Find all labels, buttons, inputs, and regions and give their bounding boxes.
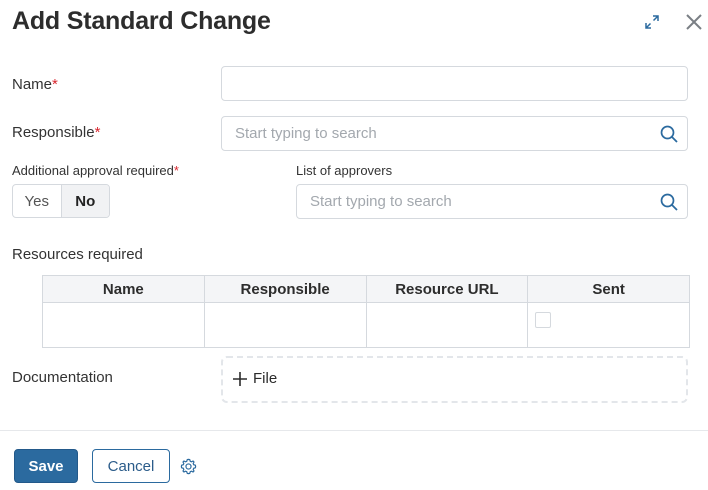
responsible-input[interactable]: Start typing to search [221,116,688,151]
approval-toggle: Yes No [12,184,110,218]
column-header-resource-url[interactable]: Resource URL [365,275,529,303]
cell-resource-url[interactable] [365,302,529,348]
gear-icon[interactable] [179,457,198,476]
approval-no-option[interactable]: No [60,185,109,217]
cancel-button[interactable]: Cancel [92,449,170,483]
column-header-sent[interactable]: Sent [527,275,690,303]
column-header-name[interactable]: Name [42,275,205,303]
save-button[interactable]: Save [14,449,78,483]
approvers-label: List of approvers [296,163,393,178]
add-file-label: File [253,370,278,387]
add-file-button[interactable]: File [233,370,277,387]
responsible-label: Responsible* [12,124,101,141]
plus-icon [233,371,247,386]
search-icon[interactable] [659,192,679,212]
column-header-responsible[interactable]: Responsible [203,275,367,303]
close-icon[interactable] [684,12,704,32]
name-input[interactable] [221,66,688,101]
table-row [42,302,690,348]
documentation-label: Documentation [12,369,113,386]
resources-label: Resources required [12,246,143,263]
responsible-placeholder: Start typing to search [235,125,377,142]
approval-yes-option[interactable]: Yes [13,185,61,217]
cell-name[interactable] [42,302,205,348]
file-dropzone[interactable]: File [221,356,688,403]
cell-responsible[interactable] [203,302,367,348]
footer-divider [0,430,708,431]
expand-icon[interactable] [642,12,662,32]
approval-label: Additional approval required* [12,163,179,178]
search-icon[interactable] [659,124,679,144]
resources-table: Name Responsible Resource URL Sent [42,275,690,348]
approvers-input[interactable]: Start typing to search [296,184,688,219]
cell-sent [527,302,690,348]
dialog-title: Add Standard Change [12,7,271,35]
name-label: Name* [12,76,58,93]
approvers-placeholder: Start typing to search [310,193,452,210]
sent-checkbox[interactable] [535,312,552,328]
